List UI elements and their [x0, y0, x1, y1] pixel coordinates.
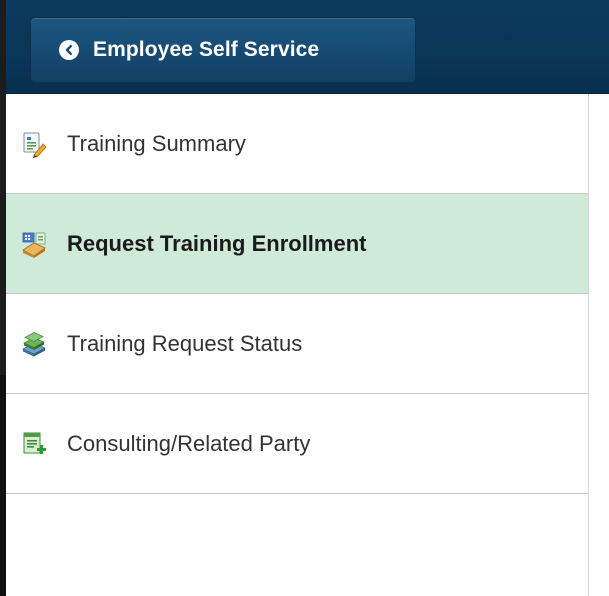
header-bar: Employee Self Service: [6, 0, 609, 94]
back-button[interactable]: Employee Self Service: [30, 17, 416, 83]
menu-item-label: Training Summary: [67, 130, 246, 156]
form-add-icon: [20, 430, 48, 458]
menu-item-consulting-related-party[interactable]: Consulting/Related Party: [6, 394, 588, 494]
chevron-left-icon: [59, 40, 79, 60]
menu-item-label: Training Request Status: [67, 330, 303, 356]
navigation-panel: Training Summary Request Training Enroll…: [6, 94, 589, 596]
menu-item-training-request-status[interactable]: Training Request Status: [6, 294, 588, 394]
book-stack-icon: [20, 330, 48, 358]
enrollment-form-icon: [20, 230, 48, 258]
document-edit-icon: [20, 130, 48, 158]
menu-item-label: Request Training Enrollment: [67, 230, 367, 256]
menu-item-request-training-enrollment[interactable]: Request Training Enrollment: [6, 194, 588, 294]
menu-item-label: Consulting/Related Party: [67, 430, 311, 456]
app-frame: Employee Self Service Training Summary R…: [0, 0, 609, 596]
menu-item-training-summary[interactable]: Training Summary: [6, 94, 588, 194]
back-button-label: Employee Self Service: [93, 38, 320, 61]
